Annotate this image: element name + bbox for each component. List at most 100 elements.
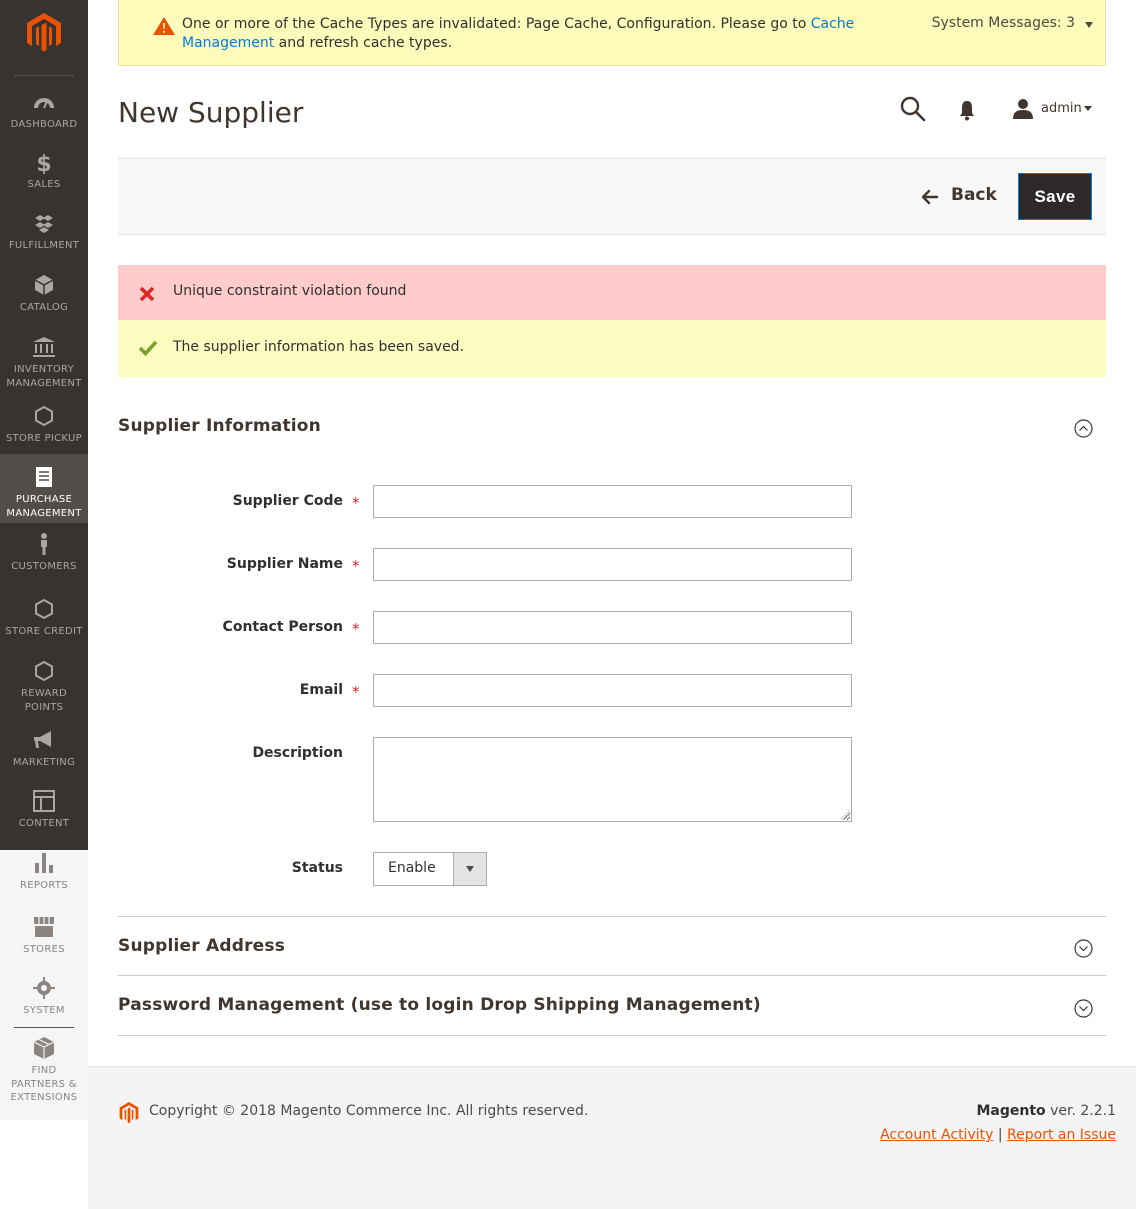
footer-version-number: ver. 2.2.1 — [1045, 1103, 1116, 1119]
sidebar-item-find-partners[interactable]: FIND PARTNERS & EXTENSIONS — [0, 1036, 88, 1116]
sidebar-item-label: CUSTOMERS — [11, 561, 77, 572]
layout-icon — [33, 790, 55, 812]
sidebar-item-label: FULFILLMENT — [8, 240, 80, 251]
sidebar-item-label: SYSTEM — [23, 1005, 65, 1016]
status-select-value: Enable — [388, 860, 436, 876]
dollar-icon: $ — [36, 152, 51, 174]
hexagon-icon — [35, 405, 53, 427]
save-button[interactable]: Save — [1018, 173, 1092, 220]
status-select[interactable]: Enable — [373, 852, 487, 886]
sidebar-item-reward-points[interactable]: REWARD POINTS — [0, 659, 88, 721]
person-icon — [41, 533, 47, 555]
sidebar-item-stores[interactable]: STORES — [0, 915, 88, 977]
page-title: New Supplier — [118, 96, 304, 129]
footer-brand: Magento — [976, 1103, 1046, 1119]
sidebar-item-label: STORE PICKUP — [6, 433, 82, 444]
arrow-left-icon — [921, 189, 939, 205]
sidebar-item-content[interactable]: CONTENT — [0, 789, 88, 851]
gear-icon — [33, 977, 55, 999]
section-divider — [118, 1035, 1106, 1036]
section-divider — [118, 975, 1106, 976]
sidebar-item-label: DASHBOARD — [10, 119, 78, 130]
document-icon — [36, 467, 52, 487]
magento-logo-icon[interactable] — [24, 12, 64, 54]
cube-icon — [34, 275, 54, 295]
sidebar-item-marketing[interactable]: MARKETING — [0, 728, 88, 790]
sidebar-item-catalog[interactable]: CATALOG — [0, 273, 88, 335]
system-message-text-part: and refresh cache types. — [274, 35, 453, 51]
supplier-name-input[interactable] — [373, 548, 852, 581]
fulfillment-icon — [35, 215, 53, 233]
back-button-label: Back — [951, 185, 997, 205]
sidebar-item-fulfillment[interactable]: FULFILLMENT — [0, 211, 88, 273]
required-asterisk: * — [352, 557, 360, 575]
required-asterisk: * — [352, 494, 360, 512]
sidebar-item-label: STORES — [23, 944, 65, 955]
chevron-down-icon — [1084, 106, 1092, 111]
warning-icon — [153, 17, 175, 35]
user-name: admin — [1041, 101, 1082, 116]
supplier-name-label: Supplier Name — [226, 556, 343, 572]
sidebar-item-store-credit[interactable]: STORE CREDIT — [0, 597, 88, 659]
contact-person-input[interactable] — [373, 611, 852, 644]
section-title-password-management[interactable]: Password Management (use to login Drop S… — [118, 995, 761, 1015]
sidebar-item-label: STORE CREDIT — [5, 626, 83, 637]
sidebar-item-label: PURCHASE MANAGEMENT — [6, 494, 82, 519]
boxes-icon — [33, 1037, 55, 1059]
sidebar-item-dashboard[interactable]: DASHBOARD — [0, 90, 88, 152]
chevron-down-icon[interactable] — [453, 853, 486, 885]
resize-handle-icon[interactable] — [838, 808, 850, 820]
section-title-supplier-information[interactable]: Supplier Information — [118, 416, 321, 436]
supplier-code-input[interactable] — [373, 485, 852, 518]
description-textarea[interactable] — [373, 737, 852, 822]
error-message-text: Unique constraint violation found — [173, 283, 407, 299]
sidebar-item-label: MARKETING — [12, 757, 76, 768]
error-x-icon — [139, 286, 155, 302]
hexagon-icon — [35, 660, 53, 682]
user-account-menu[interactable]: admin — [1010, 96, 1096, 124]
sidebar-item-system[interactable]: SYSTEM — [0, 976, 88, 1038]
description-label: Description — [252, 745, 343, 761]
sidebar-item-inventory[interactable]: INVENTORY MANAGEMENT — [0, 335, 88, 395]
chevron-down-circle-icon[interactable] — [1074, 999, 1093, 1018]
sidebar-item-sales[interactable]: $ SALES — [0, 150, 88, 212]
system-message-text: One or more of the Cache Types are inval… — [182, 15, 922, 53]
sidebar-item-reports[interactable]: REPORTS — [0, 851, 88, 913]
footer-links: Account Activity | Report an Issue — [880, 1127, 1116, 1143]
section-title-supplier-address[interactable]: Supplier Address — [118, 936, 285, 956]
account-activity-link[interactable]: Account Activity — [880, 1127, 993, 1143]
bell-icon[interactable] — [955, 98, 979, 122]
email-input[interactable] — [373, 674, 852, 707]
sidebar-item-label: SALES — [27, 179, 61, 190]
store-icon — [34, 917, 54, 937]
admin-sidebar: DASHBOARD $ SALES FULFILLMENT CATALOG IN… — [0, 0, 88, 850]
user-icon — [1013, 99, 1033, 119]
footer-separator: | — [997, 1127, 1003, 1143]
magento-logo-icon — [119, 1102, 139, 1124]
bar-chart-icon — [35, 853, 53, 873]
system-messages-count[interactable]: System Messages: 3 — [932, 15, 1075, 31]
search-icon[interactable] — [897, 94, 927, 124]
chevron-up-circle-icon[interactable] — [1074, 419, 1093, 438]
error-message: Unique constraint violation found — [118, 265, 1106, 320]
footer-version: Magento ver. 2.2.1 — [976, 1103, 1116, 1119]
sidebar-item-label: FIND PARTNERS & EXTENSIONS — [10, 1065, 78, 1103]
bank-icon — [33, 337, 55, 357]
chevron-down-icon[interactable] — [1085, 22, 1093, 28]
dashboard-icon — [34, 98, 54, 109]
report-issue-link[interactable]: Report an Issue — [1007, 1127, 1116, 1143]
chevron-down-circle-icon[interactable] — [1074, 939, 1093, 958]
required-asterisk: * — [352, 683, 360, 701]
system-message-banner: One or more of the Cache Types are inval… — [118, 0, 1106, 66]
sidebar-item-purchase-management[interactable]: PURCHASE MANAGEMENT — [0, 454, 88, 523]
svg-text:$: $ — [36, 152, 51, 174]
contact-person-label: Contact Person — [222, 619, 343, 635]
admin-sidebar-lower: REPORTS STORES SYSTEM FIND PARTNERS & EX… — [0, 850, 88, 1120]
sidebar-item-label: REPORTS — [20, 880, 68, 891]
sidebar-item-label: INVENTORY MANAGEMENT — [6, 364, 82, 389]
footer-copyright: Copyright © 2018 Magento Commerce Inc. A… — [149, 1103, 589, 1119]
section-divider — [118, 916, 1106, 917]
success-message: The supplier information has been saved. — [118, 320, 1106, 377]
sidebar-item-customers[interactable]: CUSTOMERS — [0, 532, 88, 594]
sidebar-item-store-pickup[interactable]: STORE PICKUP — [0, 404, 88, 454]
